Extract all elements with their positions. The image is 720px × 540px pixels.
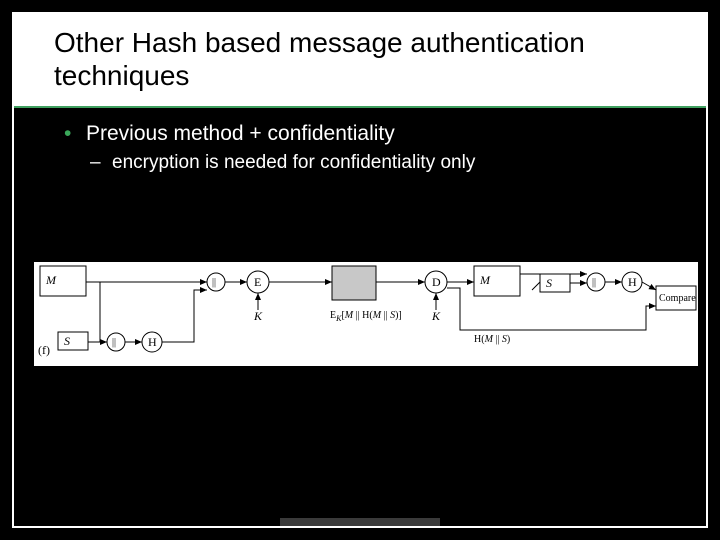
bullet-level-2: encryption is needed for confidentiality…	[90, 152, 678, 174]
label-m1: M	[45, 273, 57, 287]
label-cat2: ||	[212, 277, 216, 288]
slide-frame: Other Hash based message authentication …	[12, 12, 708, 528]
label-k2: K	[431, 309, 441, 323]
title-area: Other Hash based message authentication …	[14, 14, 706, 108]
diagram-svg: .ln { stroke:#000; stroke-width:1; fill:…	[34, 262, 698, 366]
label-s1: S	[64, 334, 70, 348]
bullet-level-1: Previous method + confidentiality	[64, 122, 678, 146]
box-s-dest	[540, 274, 570, 292]
body-area: Previous method + confidentiality encryp…	[14, 108, 706, 174]
label-cat3: ||	[592, 277, 596, 288]
slide-title: Other Hash based message authentication …	[54, 26, 688, 92]
label-h1: H	[148, 335, 157, 349]
label-d: D	[432, 275, 441, 289]
channel	[332, 266, 376, 300]
label-cat1: ||	[112, 337, 116, 348]
label-hash-out: H(M || S)	[474, 334, 510, 345]
label-f: (f)	[38, 343, 50, 357]
label-m2: M	[479, 273, 491, 287]
diagram: .ln { stroke:#000; stroke-width:1; fill:…	[34, 262, 698, 366]
box-s-source	[58, 332, 88, 350]
label-cipher: EK[M || H(M || S)]	[330, 310, 402, 323]
label-compare: Compare	[659, 293, 696, 304]
label-s2: S	[546, 276, 552, 290]
label-e: E	[254, 275, 261, 289]
footer-accent	[280, 518, 440, 526]
label-h2: H	[628, 275, 637, 289]
label-k1: K	[253, 309, 263, 323]
